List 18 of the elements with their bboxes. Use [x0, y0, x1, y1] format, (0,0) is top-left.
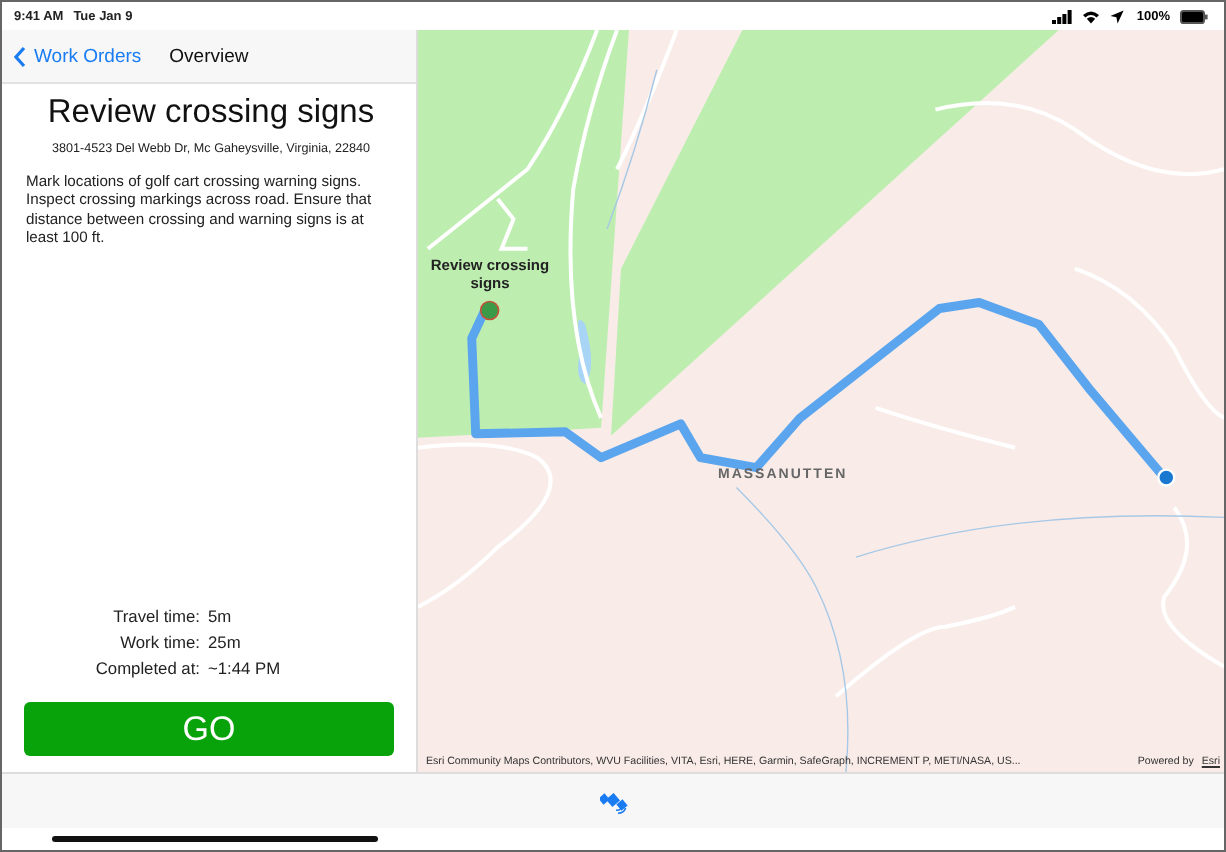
detail-value: 25m [208, 632, 243, 652]
detail-value: ~1:44 PM [208, 658, 283, 678]
detail-label: Travel time: [111, 606, 200, 626]
destination-marker[interactable] [479, 300, 500, 321]
signal-icon [1052, 9, 1073, 23]
wifi-icon [1082, 9, 1101, 23]
location-icon [1110, 9, 1125, 23]
battery-icon [1180, 9, 1208, 23]
current-location-marker [1157, 468, 1176, 487]
satellite-icon[interactable] [600, 789, 628, 813]
detail-value: 5m [208, 606, 234, 626]
work-order-title: Review crossing signs [45, 94, 377, 132]
chevron-left-icon [14, 45, 26, 67]
go-button[interactable]: GO [24, 702, 394, 756]
detail-label: Work time: [118, 632, 200, 652]
detail-label: Completed at: [93, 658, 200, 678]
nav-title: Overview [169, 45, 249, 67]
back-button[interactable]: Work Orders [14, 45, 142, 67]
